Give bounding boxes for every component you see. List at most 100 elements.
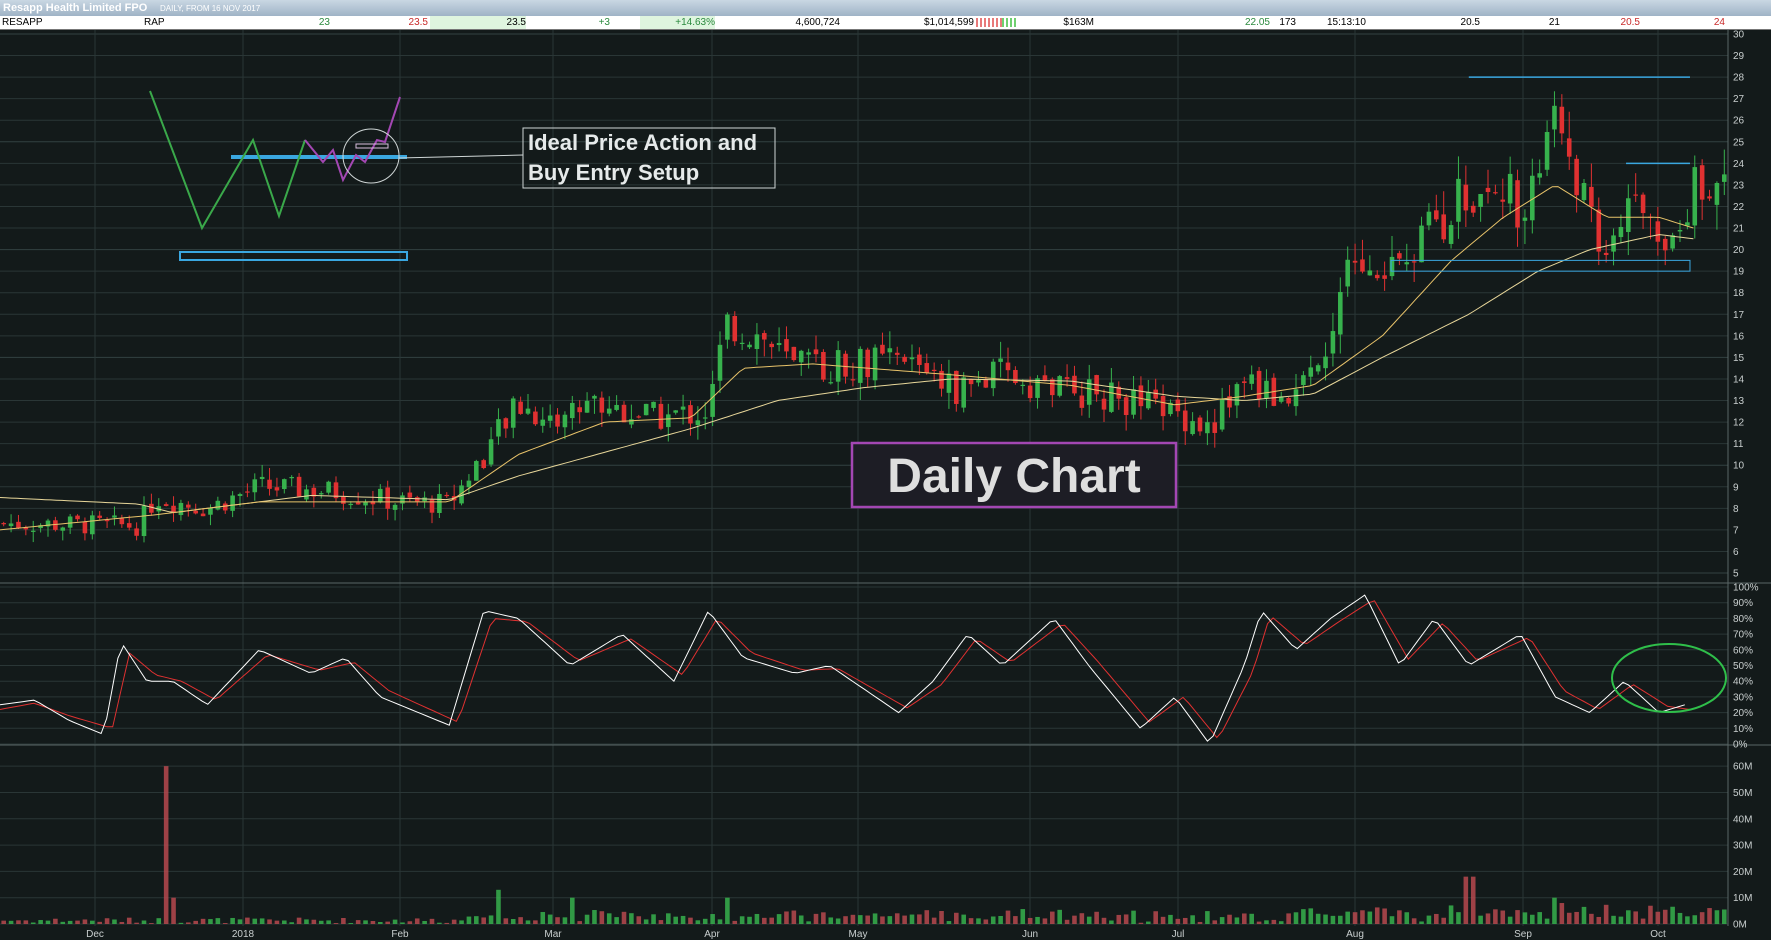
volume-bar: [784, 911, 789, 924]
volume-bar: [378, 921, 383, 924]
volume-bar: [1722, 909, 1727, 924]
candle-body: [1596, 209, 1602, 252]
volume-bar: [1581, 906, 1587, 924]
volume-bar: [178, 922, 184, 924]
volume-bar: [215, 918, 221, 924]
volume-bar: [1633, 911, 1638, 924]
candle-body: [1212, 422, 1218, 433]
price-tick-label: 15: [1733, 353, 1745, 364]
volume-bar: [451, 919, 457, 924]
volume-bar: [1552, 897, 1557, 924]
price-tick-label: 23: [1733, 180, 1745, 191]
candle-body: [208, 508, 213, 515]
volume-bar: [311, 919, 317, 924]
candle-body: [1367, 270, 1373, 276]
candle-body: [1079, 395, 1085, 408]
volume-bar: [754, 913, 760, 924]
volume-bar: [931, 917, 937, 924]
candle-body: [1345, 259, 1350, 287]
price-tick-label: 27: [1733, 94, 1745, 105]
volume-bar: [97, 921, 102, 924]
volume-bar: [636, 916, 642, 924]
price-tick-label: 30: [1733, 30, 1745, 41]
candle-body: [1434, 210, 1439, 220]
volume-bar: [355, 920, 361, 924]
volume-bar: [222, 923, 228, 924]
candle-down: [732, 311, 738, 346]
candle-body: [769, 343, 774, 348]
candle-body: [503, 418, 509, 429]
candle-body: [1699, 165, 1705, 200]
volume-bar: [1589, 913, 1594, 924]
candle-body: [651, 401, 656, 408]
volume-bar: [60, 921, 66, 924]
quote-trades: 173: [1279, 17, 1296, 28]
quote-high2: 24: [1713, 17, 1725, 28]
volume-bar: [1500, 910, 1506, 924]
candle-body: [680, 406, 686, 410]
volume-bar: [1493, 909, 1498, 924]
volume-bar: [525, 920, 531, 924]
candle-body: [909, 357, 915, 360]
candle-body: [1670, 235, 1675, 249]
candle-down: [1271, 373, 1277, 407]
candle-body: [843, 353, 848, 377]
candle-body: [1544, 132, 1550, 170]
volume-bar: [496, 889, 501, 924]
chart-area[interactable]: 5 6 7 8 9 10 11 12 13 14 15 16 17 18 19 20 21 22 23 24 25 26 2…: [0, 30, 1771, 940]
volume-bar: [976, 918, 981, 924]
quote-code[interactable]: RAP: [144, 16, 165, 29]
volume-bar: [577, 921, 582, 924]
candle-body: [282, 479, 287, 490]
volume-bar: [444, 922, 450, 924]
setup-callout-line-2: Buy Entry Setup: [528, 160, 699, 185]
candle-body: [126, 523, 132, 528]
candle-body: [1219, 399, 1225, 430]
volume-bar: [1042, 918, 1048, 924]
volume-bar: [909, 914, 915, 924]
stoch-tick-label: 40%: [1733, 677, 1753, 688]
volume-bar: [1345, 911, 1350, 924]
candle-body: [673, 410, 678, 413]
candle-body: [1190, 421, 1195, 435]
volume-bar: [599, 911, 605, 924]
volume-bar: [370, 920, 376, 924]
volume-bar: [850, 914, 856, 924]
candle-body: [998, 358, 1003, 362]
candle-body: [1419, 225, 1424, 263]
price-tick-label: 26: [1733, 116, 1745, 127]
date-tick-label: Dec: [86, 929, 104, 940]
volume-bar: [547, 914, 553, 924]
price-tick-label: 5: [1733, 569, 1739, 580]
volume-bar: [341, 918, 346, 924]
volume-tick-label: 60M: [1733, 762, 1752, 773]
title-bar: Resapp Health Limited FPO DAILY, FROM 16…: [0, 0, 1771, 16]
volume-bar: [318, 920, 324, 924]
candle-body: [326, 481, 331, 493]
volume-bar: [1463, 876, 1469, 924]
volume-bar: [141, 920, 147, 924]
volume-bar: [1441, 917, 1446, 924]
candle-body: [496, 419, 501, 437]
volume-bar: [1389, 916, 1395, 924]
volume-bar: [1050, 911, 1055, 924]
candle-body: [902, 356, 907, 362]
price-tick-label: 22: [1733, 202, 1745, 213]
volume-bar: [1057, 909, 1062, 924]
volume-bar: [629, 913, 634, 924]
daily-chart-label: Daily Chart: [887, 450, 1140, 503]
volume-bar: [1662, 909, 1668, 924]
volume-bar: [666, 913, 671, 924]
volume-bar: [1027, 917, 1033, 924]
volume-tick-label: 10M: [1733, 893, 1752, 904]
candle-body: [97, 515, 102, 518]
candle-body: [1020, 384, 1026, 387]
volume-bar: [1530, 914, 1535, 924]
quote-name[interactable]: RESAPP: [2, 16, 43, 29]
volume-bar: [237, 919, 243, 924]
volume-bar-indicator: [976, 18, 1016, 27]
volume-bar: [843, 916, 848, 924]
candle-body: [1707, 196, 1712, 199]
volume-bar: [1109, 920, 1114, 924]
candle-body: [1463, 184, 1469, 211]
